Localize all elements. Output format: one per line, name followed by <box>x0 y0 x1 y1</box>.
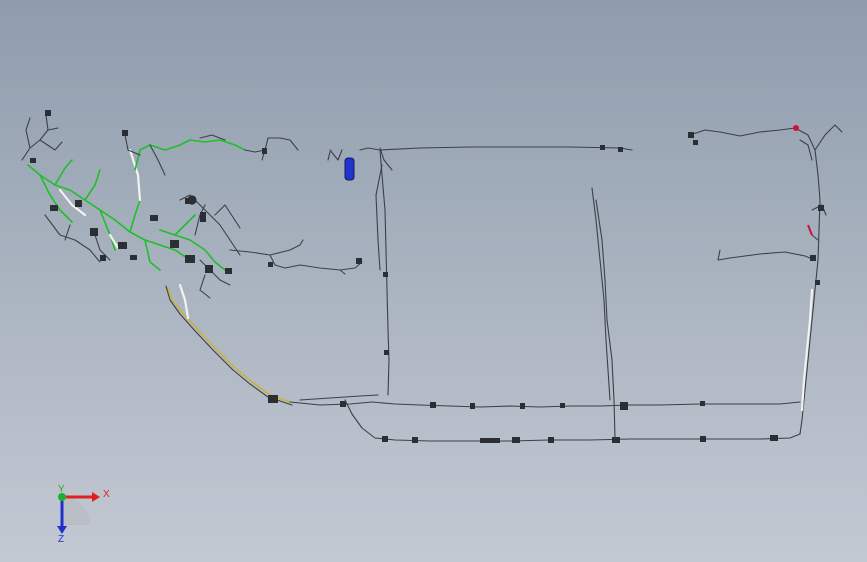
z-axis-label: Z <box>58 534 64 545</box>
rear-harness <box>688 124 843 435</box>
x-axis-label: X <box>103 489 110 500</box>
roof-harness <box>327 145 633 439</box>
model-viewport[interactable]: X Y Z <box>0 0 867 562</box>
wire-harness-model[interactable]: X Y Z <box>0 0 867 562</box>
y-axis-label: Y <box>58 484 65 495</box>
floor-harness-run <box>165 283 801 410</box>
front-harness-cluster <box>21 110 363 299</box>
coordinate-triad: X Y Z <box>57 484 110 545</box>
